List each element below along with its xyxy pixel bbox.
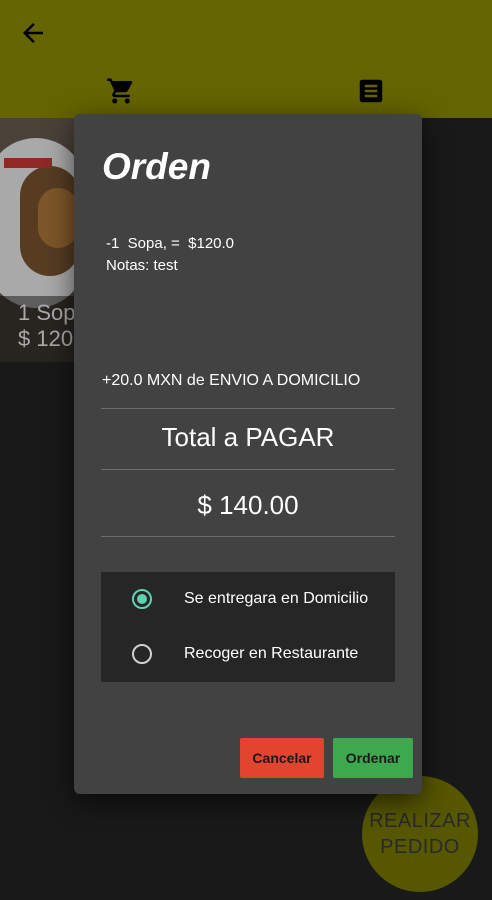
total-label: Total a PAGAR [161,422,335,452]
divider [101,469,395,470]
order-button[interactable]: Ordenar [333,738,413,778]
option-label: Se entregara en Domicilio [184,590,369,607]
delivery-options: Se entregara en Domicilio Recoger en Res… [101,572,395,682]
dialog-title: Orden [102,146,211,187]
divider [101,536,395,537]
radio-checked-icon[interactable] [132,589,152,609]
option-pickup[interactable]: Recoger en Restaurante [101,627,395,681]
option-label: Recoger en Restaurante [184,645,359,662]
shipping-fee: +20.0 MXN de ENVIO A DOMICILIO [102,372,361,389]
order-notes: Notas: test [106,257,178,274]
order-dialog: Orden -1 Sopa, = $120.0 Notas: test +20.… [74,114,422,794]
cancel-button[interactable]: Cancelar [240,738,324,778]
divider [101,408,395,409]
option-home-delivery[interactable]: Se entregara en Domicilio [101,572,395,626]
total-amount: $ 140.00 [197,490,299,520]
radio-unchecked-icon[interactable] [132,644,152,664]
order-item-line: -1 Sopa, = $120.0 [106,235,235,252]
